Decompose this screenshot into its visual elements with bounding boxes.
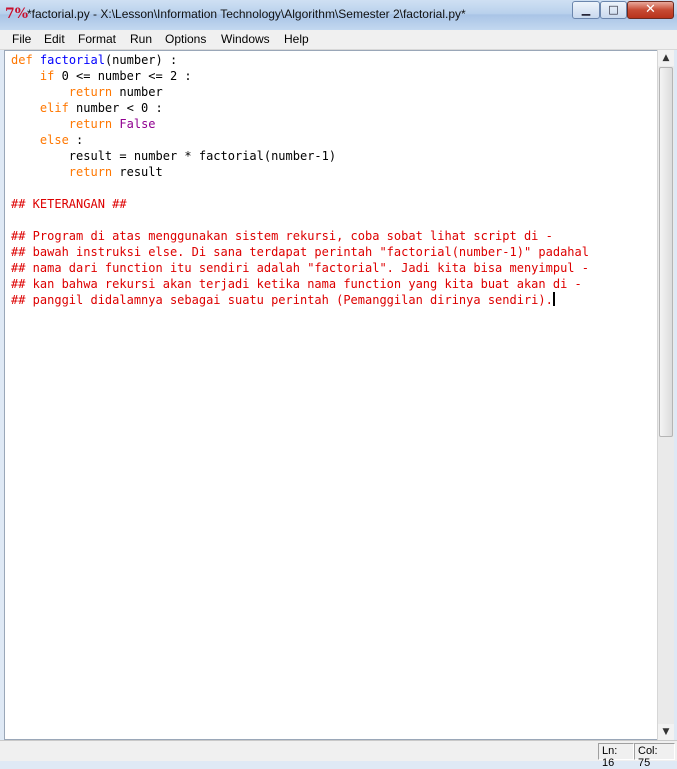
code-keyword: return — [68, 117, 113, 131]
code-comment: ## nama dari function itu sendiri adalah… — [11, 261, 589, 275]
code-text-segment: 0 <= number <= 2 : — [54, 69, 192, 83]
code-comment: ## panggil didalamnya sebagai suatu peri… — [11, 293, 553, 307]
code-comment: ## KETERANGAN ## — [11, 197, 127, 211]
code-keyword: else — [39, 133, 69, 147]
status-bar: Ln: 16 Col: 75 — [0, 740, 677, 769]
menu-run[interactable]: Run — [130, 32, 152, 46]
code-text-segment: : — [68, 133, 84, 147]
code-text[interactable]: def factorial(number) : if 0 <= number <… — [11, 52, 589, 308]
title-bar[interactable]: 7% *factorial.py - X:\Lesson\Information… — [0, 0, 677, 31]
menu-edit[interactable]: Edit — [44, 32, 65, 46]
scroll-up-icon[interactable]: ▲ — [658, 50, 674, 66]
code-keyword: return — [68, 85, 113, 99]
code-keyword: if — [39, 69, 55, 83]
text-cursor — [552, 292, 555, 306]
code-comment: ## bawah instruksi else. Di sana terdapa… — [11, 245, 589, 259]
minimize-icon: ▁ — [581, 3, 591, 16]
scroll-down-icon[interactable]: ▼ — [658, 724, 674, 740]
code-builtin: False — [119, 117, 156, 131]
code-text-segment: result — [112, 165, 163, 179]
vertical-scrollbar[interactable]: ▲ ▼ — [657, 50, 674, 740]
code-comment: ## Program di atas menggunakan sistem re… — [11, 229, 553, 243]
python-idle-icon: 7% — [5, 6, 29, 22]
menu-options[interactable]: Options — [165, 32, 206, 46]
menu-bar: File Edit Format Run Options Windows Hel… — [0, 30, 677, 50]
code-text-segment: result = number * factorial(number-1) — [68, 149, 337, 163]
menu-help[interactable]: Help — [284, 32, 309, 46]
code-keyword: def — [11, 53, 33, 67]
close-icon: ✕ — [645, 2, 656, 17]
scroll-thumb[interactable] — [659, 67, 673, 437]
menu-windows[interactable]: Windows — [221, 32, 270, 46]
menu-file[interactable]: File — [12, 32, 31, 46]
column-number-status: Col: 75 — [634, 743, 675, 769]
code-keyword: elif — [39, 101, 69, 115]
menu-format[interactable]: Format — [78, 32, 116, 46]
minimize-button[interactable]: ▁ — [572, 1, 600, 19]
code-keyword: return — [68, 165, 113, 179]
maximize-icon: □ — [608, 3, 619, 16]
code-editor[interactable]: def factorial(number) : if 0 <= number <… — [4, 50, 657, 740]
code-function-name: factorial — [39, 53, 105, 67]
code-text-segment: number — [112, 85, 163, 99]
close-button[interactable]: ✕ — [627, 1, 674, 19]
maximize-button[interactable]: □ — [600, 1, 627, 19]
code-text-segment: (number) : — [104, 53, 178, 67]
code-text-segment: number < 0 : — [68, 101, 163, 115]
code-comment: ## kan bahwa rekursi akan terjadi ketika… — [11, 277, 582, 291]
line-number-status: Ln: 16 — [598, 743, 634, 769]
window-title: *factorial.py - X:\Lesson\Information Te… — [27, 7, 466, 21]
